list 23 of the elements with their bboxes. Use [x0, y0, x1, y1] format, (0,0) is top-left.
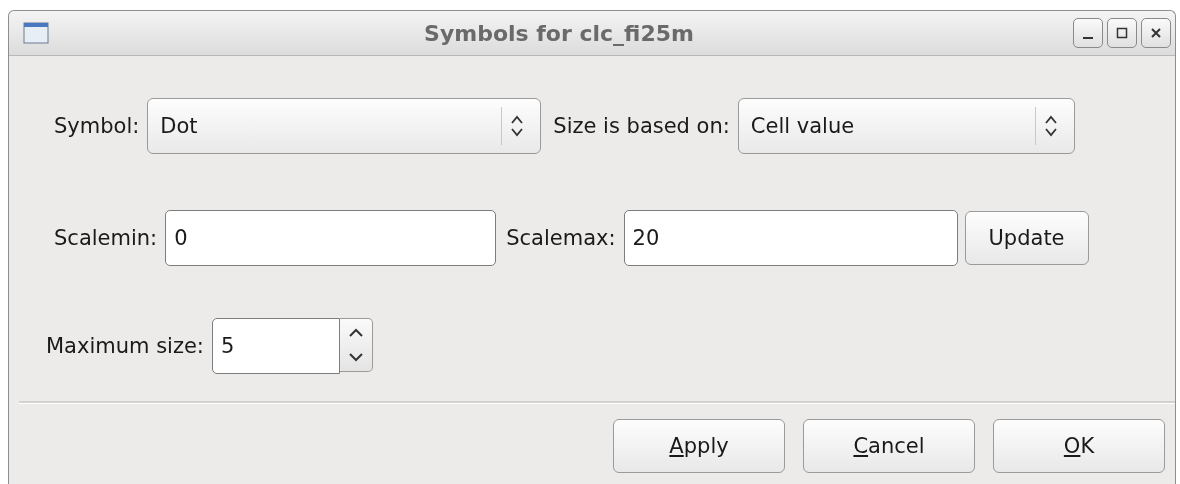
up-down-icon [510, 114, 525, 138]
symbol-label: Symbol: [54, 114, 140, 138]
close-icon [1150, 27, 1162, 39]
scalemax-label: Scalemax: [506, 226, 616, 250]
maximize-icon [1116, 27, 1128, 39]
size-based-dropdown[interactable]: Cell value [737, 98, 1075, 154]
maximize-button[interactable] [1107, 18, 1137, 48]
update-button[interactable]: Update [964, 211, 1089, 265]
close-button[interactable] [1141, 18, 1171, 48]
size-based-label: Size is based on: [553, 114, 730, 138]
dialog-button[interactable]: OK [993, 419, 1165, 473]
maximum-size-label: Maximum size: [46, 334, 204, 358]
scalemin-label: Scalemin: [54, 226, 158, 250]
scalemin-field[interactable]: 0 [165, 210, 497, 266]
window-icon [23, 22, 49, 44]
scalemax-field[interactable]: 20 [623, 210, 958, 266]
window-title: Symbols for clc_fi25m [423, 20, 695, 46]
minimize-icon [1083, 37, 1093, 39]
dialog-button[interactable]: Cancel [803, 419, 975, 473]
up-down-icon [1043, 114, 1058, 138]
minimize-button[interactable] [1073, 18, 1103, 48]
dialog-button[interactable]: Apply [613, 419, 785, 473]
symbol-dropdown[interactable]: Dot [147, 98, 542, 154]
